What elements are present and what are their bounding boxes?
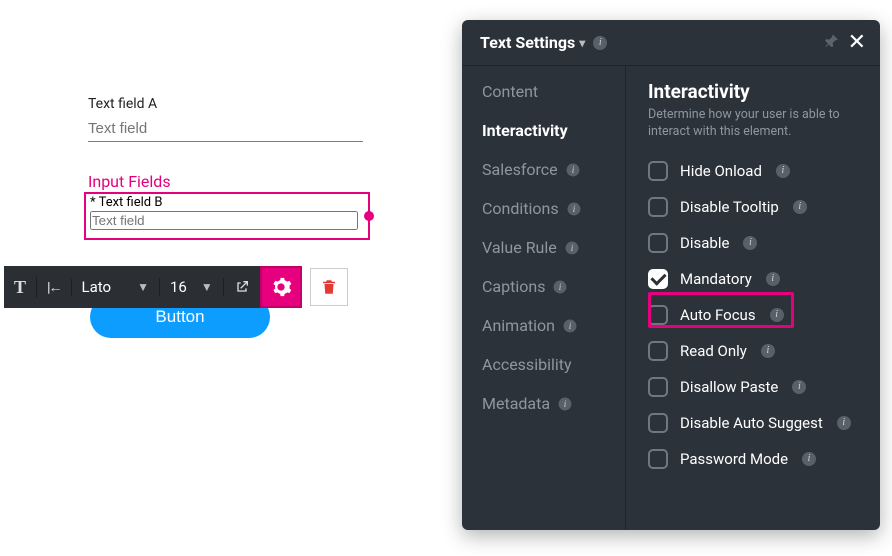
- option-label[interactable]: Disable Tooltip: [680, 198, 779, 216]
- delete-button[interactable]: [310, 268, 348, 306]
- option-hide-onload: Hide Onload i: [648, 155, 862, 187]
- info-icon[interactable]: i: [793, 200, 807, 214]
- option-password-mode: Password Mode i: [648, 443, 862, 475]
- info-icon[interactable]: i: [559, 397, 572, 410]
- option-auto-focus: Auto Focus i: [648, 299, 862, 331]
- option-read-only: Read Only i: [648, 335, 862, 367]
- field-b-input[interactable]: [90, 211, 358, 230]
- option-label[interactable]: Password Mode: [680, 450, 788, 468]
- font-family-select[interactable]: Lato ▼: [82, 278, 149, 296]
- option-label[interactable]: Read Only: [680, 342, 747, 360]
- info-icon[interactable]: i: [567, 202, 580, 215]
- info-icon[interactable]: i: [566, 163, 579, 176]
- field-text-b-selected[interactable]: * Text field B: [84, 192, 370, 240]
- info-icon[interactable]: i: [564, 319, 577, 332]
- text-style-icon[interactable]: T: [14, 277, 26, 298]
- info-icon[interactable]: i: [802, 452, 816, 466]
- info-icon[interactable]: i: [743, 236, 757, 250]
- option-label[interactable]: Hide Onload: [680, 162, 762, 180]
- sidebar-item-metadata[interactable]: Metadata i: [482, 394, 625, 413]
- option-label[interactable]: Disallow Paste: [680, 378, 778, 396]
- checkbox[interactable]: [648, 449, 668, 469]
- chevron-down-icon: ▾: [579, 36, 585, 50]
- sidebar-item-content[interactable]: Content: [482, 82, 625, 101]
- option-label[interactable]: Auto Focus: [680, 306, 756, 324]
- sidebar-item-interactivity[interactable]: Interactivity: [482, 121, 625, 140]
- sidebar-item-captions[interactable]: Captions i: [482, 277, 625, 296]
- sidebar-item-label: Animation: [482, 316, 555, 335]
- info-icon[interactable]: i: [770, 308, 784, 322]
- info-icon[interactable]: i: [565, 241, 578, 254]
- panel-title: Text Settings: [480, 33, 575, 52]
- field-text-a: Text field A: [88, 96, 363, 142]
- info-icon[interactable]: i: [792, 380, 806, 394]
- option-disallow-paste: Disallow Paste i: [648, 371, 862, 403]
- chevron-down-icon: ▼: [137, 280, 149, 294]
- info-icon[interactable]: i: [593, 36, 607, 50]
- info-icon[interactable]: i: [776, 164, 790, 178]
- sidebar-item-conditions[interactable]: Conditions i: [482, 199, 625, 218]
- checkbox[interactable]: [648, 377, 668, 397]
- option-label[interactable]: Disable: [680, 234, 729, 252]
- font-family-value: Lato: [82, 278, 112, 296]
- info-icon[interactable]: i: [554, 280, 567, 293]
- checkbox[interactable]: [648, 161, 668, 181]
- settings-panel: Text Settings ▾ i ✕ Content Interactivity…: [462, 20, 880, 530]
- gear-icon: [270, 276, 292, 298]
- option-disable-auto-suggest: Disable Auto Suggest i: [648, 407, 862, 439]
- panel-header: Text Settings ▾ i ✕: [462, 20, 880, 66]
- close-button[interactable]: ✕: [848, 32, 866, 54]
- sidebar-item-accessibility[interactable]: Accessibility: [482, 355, 625, 374]
- open-external-icon[interactable]: [234, 279, 250, 295]
- font-size-value: 16: [170, 278, 187, 296]
- field-a-label: Text field A: [88, 96, 363, 112]
- info-icon[interactable]: i: [766, 272, 780, 286]
- pin-icon[interactable]: [824, 33, 840, 53]
- group-label-input-fields: Input Fields: [88, 172, 171, 191]
- sidebar-item-label: Content: [482, 82, 538, 101]
- section-description: Determine how your user is able to inter…: [648, 107, 862, 141]
- checkbox[interactable]: [648, 233, 668, 253]
- option-disable: Disable i: [648, 227, 862, 259]
- option-mandatory: Mandatory i: [648, 263, 862, 295]
- sidebar-item-label: Conditions: [482, 199, 559, 218]
- font-size-select[interactable]: 16 ▼: [170, 278, 213, 296]
- field-b-label: * Text field B: [86, 194, 368, 210]
- settings-button[interactable]: [260, 266, 302, 308]
- option-label[interactable]: Mandatory: [680, 270, 752, 288]
- sidebar-item-label: Metadata: [482, 394, 550, 413]
- trash-icon: [320, 278, 338, 296]
- sidebar-item-label: Salesforce: [482, 160, 558, 179]
- checkbox[interactable]: [648, 269, 668, 289]
- checkbox[interactable]: [648, 413, 668, 433]
- sidebar-item-label: Accessibility: [482, 355, 572, 374]
- info-icon[interactable]: i: [761, 344, 775, 358]
- element-toolbar: T |← Lato ▼ 16 ▼: [4, 266, 348, 308]
- sidebar-item-label: Interactivity: [482, 121, 568, 140]
- section-title: Interactivity: [648, 80, 862, 103]
- sidebar-item-animation[interactable]: Animation i: [482, 316, 625, 335]
- option-label[interactable]: Disable Auto Suggest: [680, 414, 823, 432]
- panel-content: Interactivity Determine how your user is…: [626, 66, 880, 530]
- checkbox[interactable]: [648, 305, 668, 325]
- checkbox[interactable]: [648, 197, 668, 217]
- sidebar-item-value-rule[interactable]: Value Rule i: [482, 238, 625, 257]
- field-a-input[interactable]: [88, 116, 363, 142]
- sidebar-item-label: Captions: [482, 277, 545, 296]
- info-icon[interactable]: i: [837, 416, 851, 430]
- chevron-down-icon: ▼: [201, 280, 213, 294]
- panel-title-dropdown[interactable]: Text Settings ▾: [480, 33, 585, 52]
- sidebar-item-salesforce[interactable]: Salesforce i: [482, 160, 625, 179]
- indent-icon[interactable]: |←: [47, 279, 61, 296]
- panel-side-nav: ContentInteractivitySalesforceiCondition…: [462, 66, 626, 530]
- checkbox[interactable]: [648, 341, 668, 361]
- sidebar-item-label: Value Rule: [482, 238, 557, 257]
- option-disable-tooltip: Disable Tooltip i: [648, 191, 862, 223]
